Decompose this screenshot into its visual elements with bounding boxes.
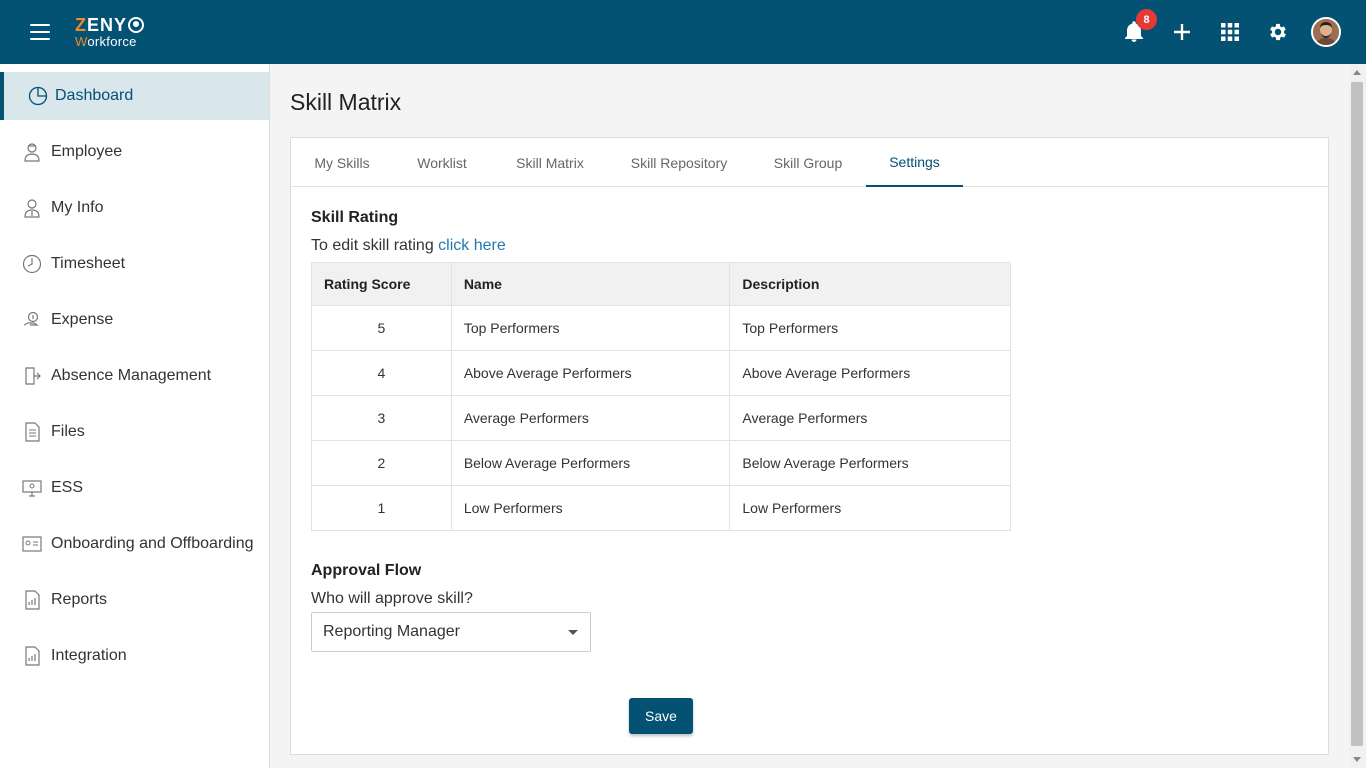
report-icon [22,590,42,610]
menu-icon[interactable] [30,24,50,40]
sidebar-item-reports[interactable]: Reports [0,576,269,624]
sidebar-item-label: Dashboard [55,87,134,104]
rating-description-cell: Average Performers [729,395,1011,441]
exit-door-icon [22,366,42,386]
skill-rating-table: Rating Score Name Description 5 Top Perf… [311,262,1011,531]
page-title: Skill Matrix [290,89,402,115]
tab-skill-group[interactable]: Skill Group [763,138,853,187]
rating-name-cell: Below Average Performers [450,440,731,486]
approver-selected-value: Reporting Manager [323,623,460,640]
rating-score-cell: 2 [311,440,452,486]
logo-sub-first: W [75,34,88,49]
tab-worklist[interactable]: Worklist [407,138,477,187]
rating-description-cell: Above Average Performers [729,350,1011,396]
save-button[interactable]: Save [629,698,693,734]
pie-chart-icon [28,86,48,106]
sidebar-item-absence-management[interactable]: Absence Management [0,352,269,400]
sidebar-item-label: Reports [51,591,108,608]
monitor-user-icon [22,478,42,498]
clock-icon [22,254,42,274]
logo-letters: ENY [87,15,128,35]
sidebar-item-expense[interactable]: Expense [0,296,269,344]
settings-gear-icon[interactable] [1264,18,1292,46]
file-icon [22,422,42,442]
approval-question: Who will approve skill? [311,590,473,607]
sidebar-item-timesheet[interactable]: Timesheet [0,240,269,288]
column-header: Description [729,262,1011,306]
table-header-row: Rating Score Name Description [311,262,1011,306]
scroll-down-icon[interactable] [1353,757,1361,762]
sidebar-item-label: Absence Management [51,367,212,384]
sidebar-item-my-info[interactable]: My Info [0,184,269,232]
rating-name-cell: Above Average Performers [450,350,731,396]
sidebar-item-label: Expense [51,311,114,328]
sidebar-item-dashboard[interactable]: Dashboard [0,72,269,120]
approval-flow-title: Approval Flow [311,562,422,579]
rating-name-cell: Average Performers [450,395,731,441]
sidebar-item-label: Onboarding and Offboarding [51,535,254,552]
helper-text: To edit skill rating [311,237,439,254]
settings-card: My Skills Worklist Skill Matrix Skill Re… [290,137,1329,755]
sidebar-item-label: Integration [51,647,127,664]
employee-icon [22,142,42,162]
sidebar-item-label: Files [51,423,85,440]
app-logo[interactable]: Z ENY Workforce [75,15,145,49]
column-header: Rating Score [311,262,452,306]
scroll-up-icon[interactable] [1353,70,1361,75]
top-header: Z ENY Workforce 8 [0,0,1366,64]
integration-icon [22,646,42,666]
chevron-down-icon [568,630,578,635]
table-row: 4 Above Average Performers Above Average… [311,350,1011,396]
skill-rating-helper: To edit skill rating click here [311,237,506,255]
notification-badge: 8 [1136,9,1157,30]
rating-score-cell: 1 [311,485,452,531]
user-info-icon [22,198,42,218]
add-icon[interactable] [1168,18,1196,46]
tab-settings[interactable]: Settings [866,138,963,187]
sidebar-item-label: Employee [51,143,123,160]
sidebar-item-label: My Info [51,199,104,216]
logo-z: Z [75,15,87,35]
table-row: 3 Average Performers Average Performers [311,395,1011,441]
scrollbar-thumb[interactable] [1351,82,1363,746]
table-row: 2 Below Average Performers Below Average… [311,440,1011,486]
sidebar-item-ess[interactable]: ESS [0,464,269,512]
rating-name-cell: Low Performers [450,485,731,531]
money-hand-icon [22,310,42,330]
sidebar-item-onboarding[interactable]: Onboarding and Offboarding [0,520,269,568]
rating-description-cell: Below Average Performers [729,440,1011,486]
tab-bar: My Skills Worklist Skill Matrix Skill Re… [291,138,1328,187]
tab-skill-matrix[interactable]: Skill Matrix [505,138,595,187]
table-row: 1 Low Performers Low Performers [311,485,1011,531]
logo-circle-icon [128,17,145,33]
rating-description-cell: Top Performers [729,305,1011,351]
table-row: 5 Top Performers Top Performers [311,305,1011,351]
rating-score-cell: 5 [311,305,452,351]
rating-score-cell: 4 [311,350,452,396]
sidebar-item-label: Timesheet [51,255,126,272]
tab-my-skills[interactable]: My Skills [305,138,379,187]
rating-score-cell: 3 [311,395,452,441]
id-card-icon [22,534,42,554]
sidebar-item-employee[interactable]: Employee [0,128,269,176]
tab-skill-repository[interactable]: Skill Repository [623,138,735,187]
sidebar-item-integration[interactable]: Integration [0,632,269,680]
sidebar: Dashboard Employee My Info Timesheet Exp… [0,64,270,768]
logo-sub: orkforce [87,34,137,49]
user-avatar[interactable] [1311,17,1341,47]
sidebar-item-label: ESS [51,479,84,496]
rating-description-cell: Low Performers [729,485,1011,531]
edit-rating-link[interactable]: click here [438,237,506,254]
skill-rating-title: Skill Rating [311,209,399,226]
page-scrollbar[interactable] [1349,64,1366,768]
approver-select[interactable]: Reporting Manager [311,612,591,652]
rating-name-cell: Top Performers [450,305,731,351]
column-header: Name [450,262,731,306]
apps-grid-icon[interactable] [1216,18,1244,46]
sidebar-item-files[interactable]: Files [0,408,269,456]
